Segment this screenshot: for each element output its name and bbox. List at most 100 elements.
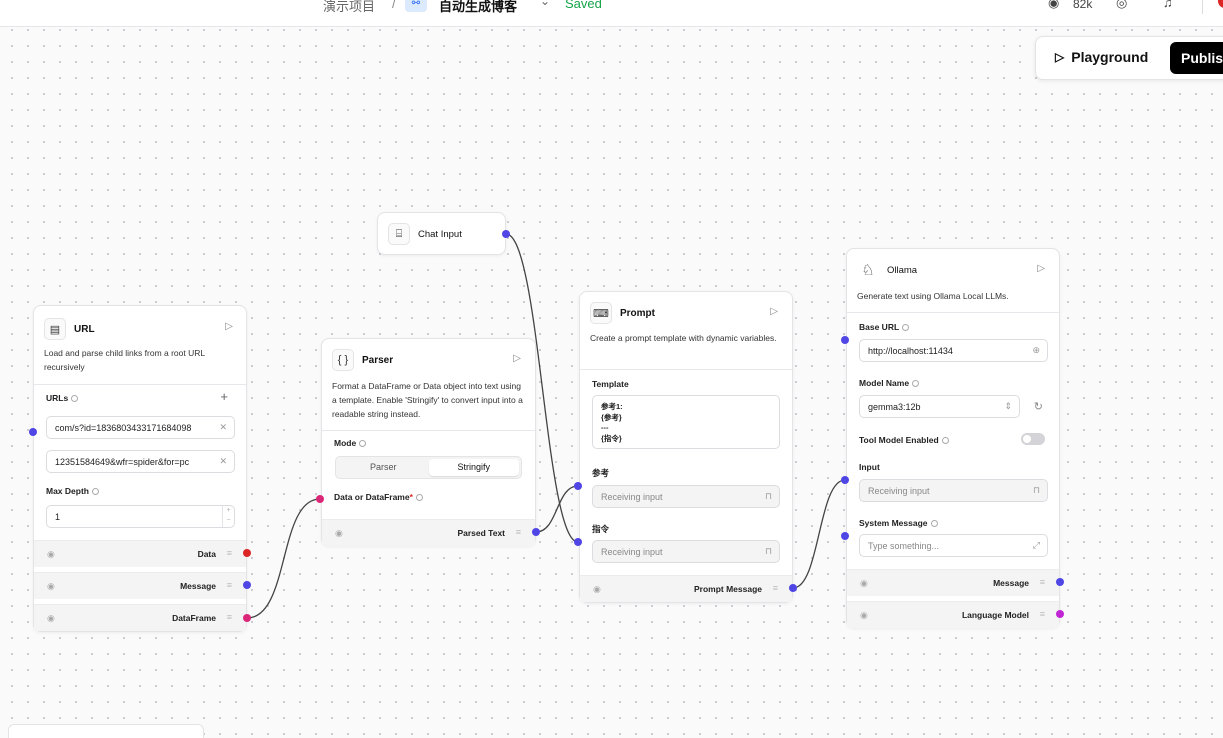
language-model-output-handle[interactable] [1056,610,1064,618]
avatar[interactable] [1218,0,1223,8]
output-type-icon: ≡ [226,548,232,558]
system-message-input-handle[interactable] [841,532,849,540]
prompt-output-handle[interactable] [789,584,797,592]
lock-icon: ⊓ [764,491,772,501]
edge-dataframe-to-parser[interactable] [246,498,321,619]
expand-icon[interactable]: ⤢ [1033,540,1040,551]
info-icon [912,380,920,388]
eye-icon[interactable]: ◉ [47,613,55,624]
output-label: Language Model [961,610,1029,620]
globe-icon[interactable]: ⊕ [1032,345,1040,356]
edge-prompt-to-ollama[interactable] [792,479,846,589]
play-icon[interactable]: ▷ [513,353,521,364]
prompt-title: Prompt [620,307,655,319]
output-dataframe[interactable]: ◉ DataFrame ≡ [34,604,246,631]
data-output-handle[interactable] [243,549,251,557]
output-label: Data [197,549,216,559]
output-message[interactable]: ◉ Message ≡ [34,572,246,599]
info-icon [415,494,423,502]
canvas-controls-panel[interactable] [8,724,204,738]
play-icon[interactable]: ▷ [1037,263,1045,274]
chevron-updown-icon: ⇕ [1004,401,1012,411]
breadcrumb-separator: / [392,0,396,11]
template-line: 参考1: [601,402,623,411]
ollama-input-handle[interactable] [841,476,849,484]
urls-label: URLs [46,393,79,403]
message-output-handle[interactable] [1056,578,1064,586]
max-depth-input[interactable]: 1 + − [46,505,235,528]
flow-name[interactable]: 自动生成博客 [439,0,517,15]
reference-input-handle[interactable] [574,482,582,490]
eye-icon[interactable]: ◉ [860,578,868,589]
bell-icon[interactable]: ♫ [1163,0,1173,10]
tool-model-label: Tool Model Enabled [859,435,949,445]
prompt-description: Create a prompt template with dynamic va… [590,333,777,343]
ollama-node[interactable]: ♘ Ollama ▷ Generate text using Ollama Lo… [846,248,1060,628]
eye-icon[interactable]: ◉ [860,610,868,621]
url-node-description: Load and parse child links from a root U… [44,348,205,372]
instruction-input: Receiving input ⊓ [592,540,780,563]
refresh-icon[interactable]: ↻ [1034,400,1043,413]
output-language-model[interactable]: ◉ Language Model ≡ [847,601,1059,628]
info-icon [359,440,367,448]
url-node[interactable]: ▤ URL ▷ Load and parse child links from … [33,305,247,632]
play-icon[interactable]: ▷ [225,321,233,332]
flow-icon: ⚯ [405,0,427,12]
instruction-input-handle[interactable] [574,538,582,546]
input-field: Receiving input ⊓ [859,479,1048,502]
url-input-handle[interactable] [29,428,37,436]
output-prompt-message[interactable]: ◉ Prompt Message ≡ [580,575,792,602]
mode-label: Mode [334,438,367,448]
parsed-text-output-handle[interactable] [532,528,540,536]
base-url-label: Base URL [859,322,910,332]
output-parsed-text[interactable]: ◉ Parsed Text ≡ [322,519,535,546]
discord-icon[interactable]: ◎ [1116,0,1127,11]
edge-parser-to-prompt[interactable] [535,485,579,533]
playground-button[interactable]: ▷ Playground [1055,49,1148,65]
base-url-input[interactable]: http://localhost:11434 ⊕ [859,339,1048,362]
max-depth-label: Max Depth [46,486,99,496]
add-url-button[interactable]: + [220,389,228,404]
stepper-icon[interactable]: + − [222,506,234,527]
parser-node[interactable]: { } Parser ▷ Format a DataFrame or Data … [321,338,536,546]
model-name-select[interactable]: gemma3:12b ⇕ [859,395,1020,418]
saved-status: Saved [565,0,602,11]
template-editor[interactable]: 参考1: {参考} --- {指令} [592,395,780,449]
play-icon: ▷ [1055,50,1065,64]
github-icon[interactable]: ◉ [1048,0,1059,11]
divider [847,312,1059,313]
close-icon[interactable]: ✕ [219,456,227,467]
eye-icon[interactable]: ◉ [335,528,343,539]
system-message-input[interactable]: Type something... ⤢ [859,534,1048,557]
message-output-handle[interactable] [243,581,251,589]
eye-icon[interactable]: ◉ [593,584,601,595]
base-url-input-handle[interactable] [841,336,849,344]
mode-option-stringify[interactable]: Stringify [428,459,519,476]
tool-model-toggle[interactable] [1021,433,1045,445]
dataframe-output-handle[interactable] [243,614,251,622]
parser-input-handle[interactable] [316,495,324,503]
output-type-icon: ≡ [226,612,232,622]
chevron-down-icon[interactable]: ⌄ [540,0,550,8]
chat-output-handle[interactable] [502,230,510,238]
prompt-node[interactable]: ⌨ Prompt ▷ Create a prompt template with… [579,291,793,603]
topbar-divider [1202,0,1203,14]
lock-icon: ⊓ [764,546,772,556]
eye-icon[interactable]: ◉ [47,549,55,560]
github-stars[interactable]: 82k [1073,0,1092,11]
chat-input-node[interactable]: ⌸ Chat Input [377,212,506,255]
publish-button[interactable]: Publish [1170,42,1223,74]
url-input-2[interactable]: 12351584649&wfr=spider&for=pc ✕ [46,450,235,473]
mode-option-parser[interactable]: Parser [338,459,429,476]
divider [322,430,535,431]
output-message[interactable]: ◉ Message ≡ [847,569,1059,596]
chat-icon: ⌸ [388,223,410,245]
close-icon[interactable]: ✕ [219,422,227,433]
output-label: Message [993,578,1029,588]
url-input-1[interactable]: com/s?id=1836803433171684098 ✕ [46,416,235,439]
play-icon[interactable]: ▷ [770,306,778,317]
output-data[interactable]: ◉ Data ≡ [34,540,246,567]
mode-toggle[interactable]: Parser Stringify [335,456,522,479]
project-name[interactable]: 演示项目 [323,0,375,15]
eye-icon[interactable]: ◉ [47,581,55,592]
